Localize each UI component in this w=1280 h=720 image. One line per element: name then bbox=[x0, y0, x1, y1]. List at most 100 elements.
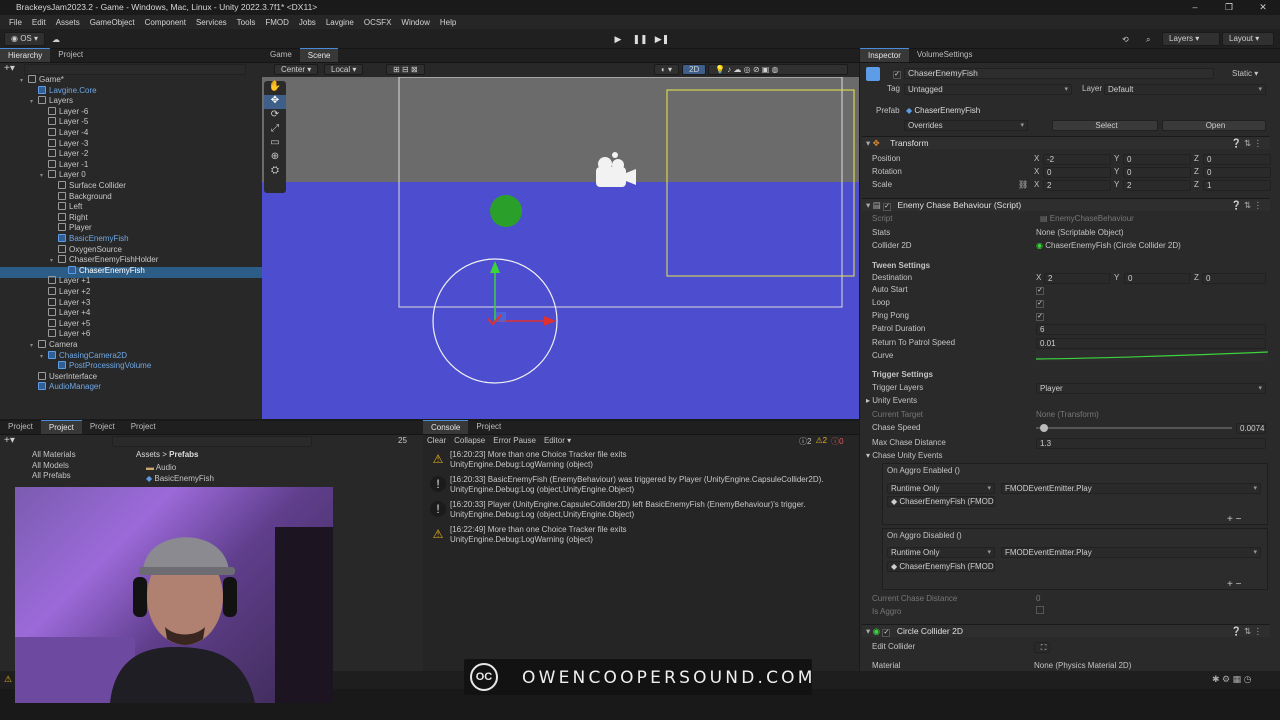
hierarchy-row[interactable]: Left bbox=[50, 202, 82, 213]
close-button[interactable]: ✕ bbox=[1246, 0, 1280, 15]
hierarchy-row[interactable]: ▾ Layer 0 bbox=[40, 170, 86, 181]
hierarchy-row[interactable]: Right bbox=[50, 212, 88, 224]
cloud-icon[interactable]: ☁ bbox=[52, 33, 60, 46]
console-entry[interactable]: ! [16:20:33] Player (UnityEngine.CapsuleC… bbox=[426, 499, 856, 523]
transform-scale-x-input[interactable]: 2 bbox=[1043, 180, 1111, 191]
transform-position-y-input[interactable]: 0 bbox=[1123, 154, 1191, 165]
tab-project-2[interactable]: Project bbox=[40, 420, 82, 434]
hierarchy-row[interactable]: Layer +6 bbox=[40, 329, 90, 340]
pause-button[interactable]: ❚❚ bbox=[630, 32, 650, 46]
scale-link-icon[interactable]: ⛓ bbox=[1018, 179, 1028, 191]
transform-position-z-input[interactable]: 0 bbox=[1203, 154, 1271, 165]
edit-collider-button[interactable]: ⛶ bbox=[1034, 642, 1050, 653]
circle-collider-header[interactable]: ▾ ◉ ✓ Circle Collider 2D ❔ ⇅ ⋮ bbox=[862, 624, 1270, 637]
chase-speed-slider-knob[interactable] bbox=[1039, 424, 1048, 432]
component-menu-icon[interactable]: ❔ ⇅ ⋮ bbox=[1231, 137, 1262, 150]
transform-rotation-x-input[interactable]: 0 bbox=[1043, 167, 1111, 178]
method-dropdown[interactable]: FMODEventEmitter.Play bbox=[1001, 547, 1261, 558]
hierarchy-row[interactable]: AudioManager bbox=[30, 382, 101, 393]
clear-button[interactable]: Clear bbox=[427, 436, 446, 445]
favorite-all-prefabs[interactable]: All Prefabs bbox=[32, 471, 76, 482]
error-pause-button[interactable]: Error Pause bbox=[493, 436, 536, 445]
event-target-field[interactable]: ◆ ChaserEnemyFish (FMOD bbox=[887, 496, 995, 507]
transform-scale-z-input[interactable]: 1 bbox=[1203, 180, 1271, 191]
menu-assets[interactable]: Assets bbox=[51, 18, 85, 27]
event-target-field[interactable]: ◆ ChaserEnemyFish (FMOD bbox=[887, 561, 995, 572]
foldout-arrow-icon[interactable]: ▾ bbox=[30, 97, 38, 108]
snap-icon[interactable]: ⊞ ⊟ ⊠ bbox=[386, 64, 425, 75]
menu-component[interactable]: Component bbox=[140, 18, 191, 27]
menu-gameobject[interactable]: GameObject bbox=[85, 18, 140, 27]
hierarchy-search-input[interactable] bbox=[24, 64, 246, 75]
method-dropdown[interactable]: FMODEventEmitter.Play bbox=[1001, 483, 1261, 494]
menu-lavgine[interactable]: Lavgine bbox=[321, 18, 359, 27]
hierarchy-row[interactable]: ▾ ChaserEnemyFishHolder bbox=[50, 255, 158, 266]
shading-icon[interactable]: ◐ ▾ bbox=[654, 64, 680, 75]
favorite-all-models[interactable]: All Models bbox=[32, 461, 76, 472]
mode-2d-toggle[interactable]: 2D bbox=[682, 64, 707, 75]
stats-field[interactable]: None (Scriptable Object) bbox=[1036, 227, 1124, 239]
layer-dropdown[interactable]: Default bbox=[1104, 84, 1266, 95]
collider-enabled-toggle[interactable]: ✓ bbox=[882, 629, 891, 637]
script-enabled-toggle[interactable]: ✓ bbox=[883, 203, 892, 211]
hierarchy-row[interactable]: ▾ ChasingCamera2D bbox=[40, 350, 127, 362]
object-active-toggle[interactable]: ✓ bbox=[893, 68, 901, 80]
favorite-all-materials[interactable]: All Materials bbox=[32, 450, 76, 461]
menu-jobs[interactable]: Jobs bbox=[294, 18, 321, 27]
add-event-icon[interactable]: + − bbox=[1227, 514, 1241, 526]
return-speed-input[interactable]: 0.01 bbox=[1036, 338, 1266, 349]
collider-field[interactable]: ◉ ChaserEnemyFish (Circle Collider 2D) bbox=[1036, 240, 1181, 252]
add-icon[interactable]: +▾ bbox=[4, 63, 15, 74]
maximize-button[interactable]: ❐ bbox=[1212, 0, 1246, 15]
tab-console-project[interactable]: Project bbox=[468, 420, 509, 434]
runtime-dropdown[interactable]: Runtime Only bbox=[887, 547, 995, 558]
minimize-button[interactable]: – bbox=[1178, 0, 1212, 15]
move-tool-icon[interactable]: ✥ bbox=[264, 95, 286, 109]
hierarchy-row[interactable]: UserInterface bbox=[30, 371, 97, 383]
hierarchy-row[interactable]: Layer +3 bbox=[40, 297, 90, 309]
transform-scale-y-input[interactable]: 2 bbox=[1123, 180, 1191, 191]
foldout-arrow-icon[interactable]: ▾ bbox=[30, 341, 38, 352]
hand-tool-icon[interactable]: ✋ bbox=[264, 81, 286, 95]
component-menu-icon[interactable]: ❔ ⇅ ⋮ bbox=[1231, 199, 1262, 212]
custom-tool-icon[interactable]: ⛭ bbox=[264, 165, 286, 179]
hierarchy-row[interactable]: Layer -4 bbox=[40, 128, 88, 139]
chase-speed-slider[interactable] bbox=[1036, 424, 1232, 432]
hierarchy-row[interactable]: Layer -3 bbox=[40, 138, 88, 150]
step-button[interactable]: ▶❚ bbox=[652, 32, 672, 46]
hierarchy-row[interactable]: ▾ Camera bbox=[30, 340, 77, 351]
status-icons[interactable]: ✱ ⚙ ▦ ◷ bbox=[1212, 674, 1251, 685]
auto-start-checkbox[interactable]: ✓ bbox=[1036, 284, 1044, 296]
foldout-arrow-icon[interactable]: ▾ bbox=[40, 171, 48, 182]
account-button[interactable]: ◉ OS ▾ bbox=[4, 32, 46, 46]
ping-pong-checkbox[interactable]: ✓ bbox=[1036, 310, 1044, 322]
tab-inspector[interactable]: Inspector bbox=[860, 48, 909, 62]
hierarchy-row[interactable]: Layer +2 bbox=[40, 287, 90, 298]
component-menu-icon[interactable]: ❔ ⇅ ⋮ bbox=[1231, 625, 1262, 638]
select-button[interactable]: Select bbox=[1052, 120, 1158, 131]
hierarchy-row[interactable]: BasicEnemyFish bbox=[50, 234, 129, 245]
static-toggle[interactable]: Static ▾ bbox=[1232, 68, 1258, 80]
transform-rotation-z-input[interactable]: 0 bbox=[1203, 167, 1271, 178]
loop-checkbox[interactable]: ✓ bbox=[1036, 297, 1044, 309]
tab-console[interactable]: Console bbox=[423, 420, 469, 434]
menu-help[interactable]: Help bbox=[435, 18, 461, 27]
chase-events-foldout[interactable]: ▾ Chase Unity Events bbox=[866, 450, 943, 462]
hierarchy-row[interactable]: ▾ Layers bbox=[30, 96, 73, 107]
object-name-input[interactable]: ChaserEnemyFish bbox=[904, 68, 1214, 79]
tab-project-4[interactable]: Project bbox=[123, 420, 164, 434]
hierarchy-row[interactable]: Background bbox=[50, 191, 112, 203]
overrides-dropdown[interactable]: Overrides bbox=[904, 120, 1028, 131]
menu-services[interactable]: Services bbox=[191, 18, 232, 27]
tab-project-1[interactable]: Project bbox=[0, 420, 41, 434]
layers-dropdown[interactable]: Layers ▾ bbox=[1162, 32, 1220, 46]
curve-field[interactable] bbox=[1035, 350, 1269, 361]
hierarchy-row[interactable]: Layer +4 bbox=[40, 308, 90, 319]
error-count[interactable]: ⓘ0 bbox=[831, 436, 843, 447]
transform-rotation-y-input[interactable]: 0 bbox=[1123, 167, 1191, 178]
add-event-icon[interactable]: + − bbox=[1227, 579, 1241, 591]
destination-z-input[interactable]: 0 bbox=[1202, 273, 1266, 284]
create-icon[interactable]: +▾ bbox=[4, 435, 15, 446]
hierarchy-row[interactable]: Layer -1 bbox=[40, 159, 88, 171]
console-entry[interactable]: ! [16:20:33] BasicEnemyFish (EnemyBehavio… bbox=[426, 474, 856, 498]
